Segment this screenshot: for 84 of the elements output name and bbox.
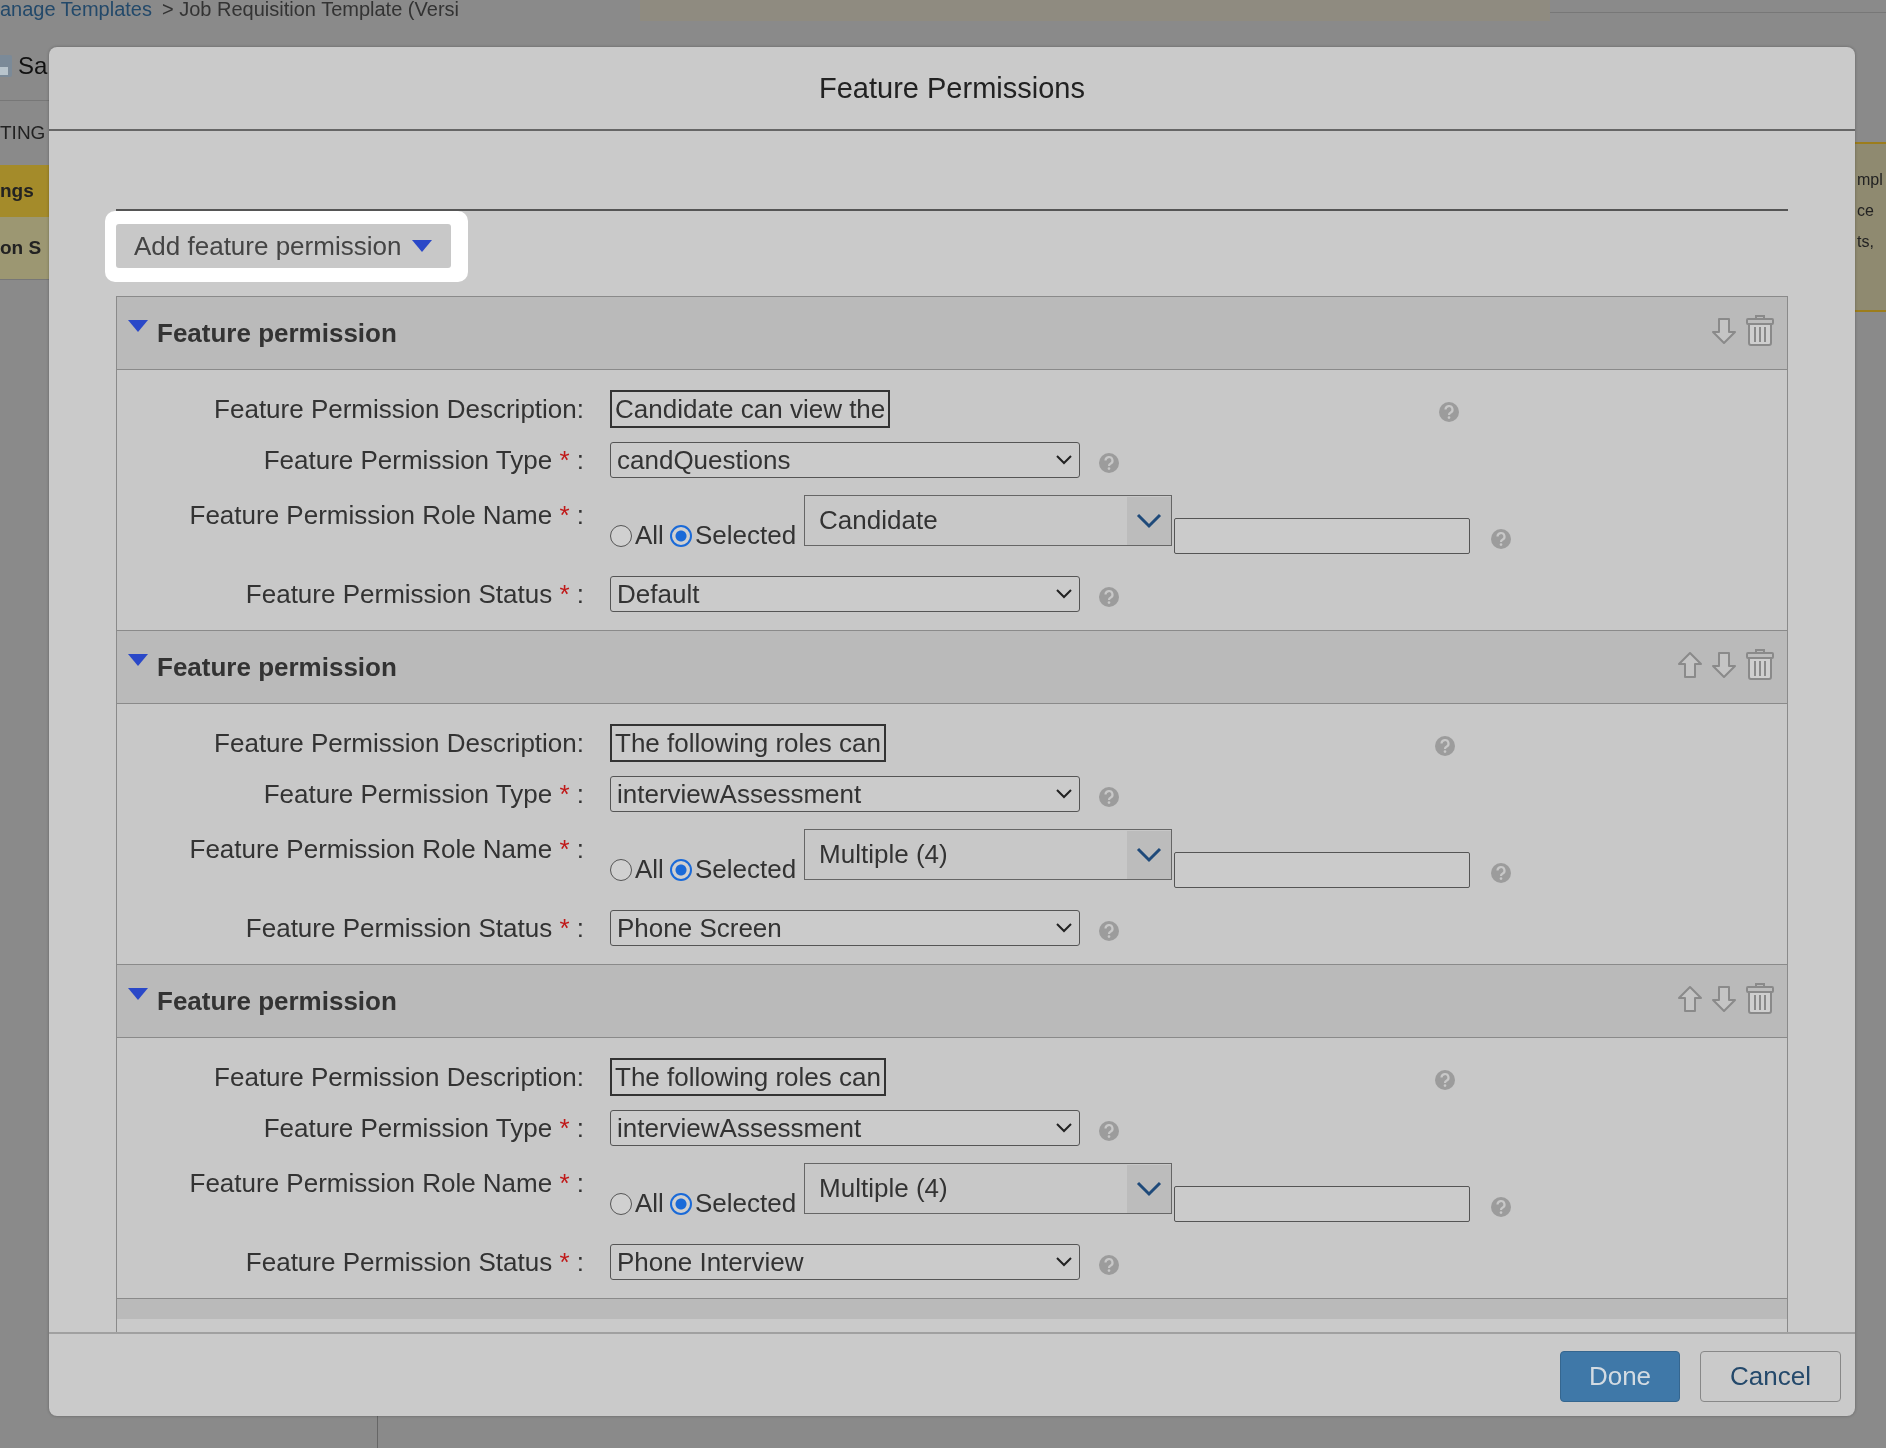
save-icon[interactable] [0,53,14,79]
save-label[interactable]: Sa [18,52,48,80]
description-field[interactable]: The following roles can [610,724,886,762]
info-text: ts, [1856,232,1875,252]
field-label: Feature Permission Status * : [244,1246,584,1278]
collapse-icon[interactable] [127,652,149,668]
dialog-title: Feature Permissions [819,71,1085,105]
chevron-icon [1055,788,1073,800]
field-label: Feature Permission Role Name * : [188,834,584,865]
move-down-icon[interactable] [1711,985,1737,1013]
field-label: Feature Permission Role Name * : [188,500,584,531]
help-icon[interactable] [1098,920,1120,942]
field-label: Feature Permission Role Name * : [188,1168,584,1199]
radio-option[interactable]: Selected [669,1188,797,1219]
field-label: Feature Permission Type * : [262,444,584,476]
field-label: Feature Permission Status * : [244,578,584,610]
dropdown-field[interactable]: candQuestions [610,442,1080,478]
info-text: ce [1856,201,1875,221]
trash-icon[interactable] [1745,315,1775,347]
radio-option[interactable]: All [610,854,664,885]
chevron-icon [1055,1122,1073,1134]
section-title: Feature permission [157,651,398,683]
role-search-field[interactable] [1174,518,1471,554]
collapse-icon[interactable] [127,986,149,1002]
move-up-icon[interactable] [1677,985,1703,1013]
info-text: mpl [1856,170,1884,190]
role-dropdown[interactable]: Candidate [804,495,1173,546]
add-permission-button[interactable]: Add feature permission [116,224,452,268]
help-icon[interactable] [1098,452,1120,474]
section-header[interactable]: Feature permission [117,631,1787,704]
dropdown-field[interactable]: Phone Screen [610,910,1080,946]
help-icon[interactable] [1098,786,1120,808]
trash-icon[interactable] [1745,649,1775,681]
role-dropdown[interactable]: Multiple (4) [804,829,1173,880]
help-icon[interactable] [1490,862,1513,884]
radio-option[interactable]: Selected [669,854,797,885]
radio-option[interactable]: All [610,520,664,551]
field-label: Feature Permission Description: [213,393,584,425]
help-icon[interactable] [1490,528,1513,550]
move-up-icon[interactable] [1677,651,1703,679]
trash-icon[interactable] [1745,983,1775,1015]
dropdown-field[interactable]: interviewAssessment [610,1110,1080,1146]
help-icon[interactable] [1433,735,1456,757]
sidebar-text: on S [0,217,49,280]
role-search-field[interactable] [1174,852,1471,888]
help-icon[interactable] [1490,1196,1513,1218]
dropdown-field[interactable]: Default [610,576,1080,612]
role-dropdown[interactable]: Multiple (4) [804,1163,1173,1214]
help-icon[interactable] [1098,1254,1120,1276]
collapse-icon[interactable] [127,318,149,334]
help-icon[interactable] [1098,1120,1120,1142]
description-field[interactable]: The following roles can [610,1058,886,1096]
move-down-icon[interactable] [1711,651,1737,679]
help-icon[interactable] [1438,401,1461,423]
help-icon[interactable] [1098,586,1120,608]
field-label: Feature Permission Description: [213,1061,584,1093]
description-field[interactable]: Candidate can view the [610,390,891,428]
chevron-icon [1127,496,1172,545]
breadcrumb-text: > Job Requisition Template (Versi [161,0,459,21]
move-down-icon[interactable] [1711,317,1737,345]
sidebar-text: TING [0,121,47,145]
section-title: Feature permission [157,985,398,1017]
field-label: Feature Permission Status * : [244,912,584,944]
chevron-icon [1055,454,1073,466]
chevron-icon [1127,830,1172,879]
caret-icon [411,238,434,254]
chevron-icon [1055,1256,1073,1268]
section-header[interactable]: Feature permission [117,965,1787,1038]
section-title: Feature permission [157,317,398,349]
chevron-icon [1055,588,1073,600]
radio-option[interactable]: Selected [669,520,797,551]
role-search-field[interactable] [1174,1186,1471,1222]
dropdown-field[interactable]: Phone Interview [610,1244,1080,1280]
chevron-icon [1127,1164,1172,1213]
section-header[interactable]: Feature permission [117,297,1787,370]
field-label: Feature Permission Description: [213,727,584,759]
field-label: Feature Permission Type * : [262,1112,584,1144]
field-label: Feature Permission Type * : [262,778,584,810]
cancel-button[interactable]: Cancel [1700,1351,1841,1402]
help-icon[interactable] [1433,1069,1456,1091]
sidebar-text: ngs [0,165,49,217]
dropdown-field[interactable]: interviewAssessment [610,776,1080,812]
chevron-icon [1055,922,1073,934]
radio-option[interactable]: All [610,1188,664,1219]
